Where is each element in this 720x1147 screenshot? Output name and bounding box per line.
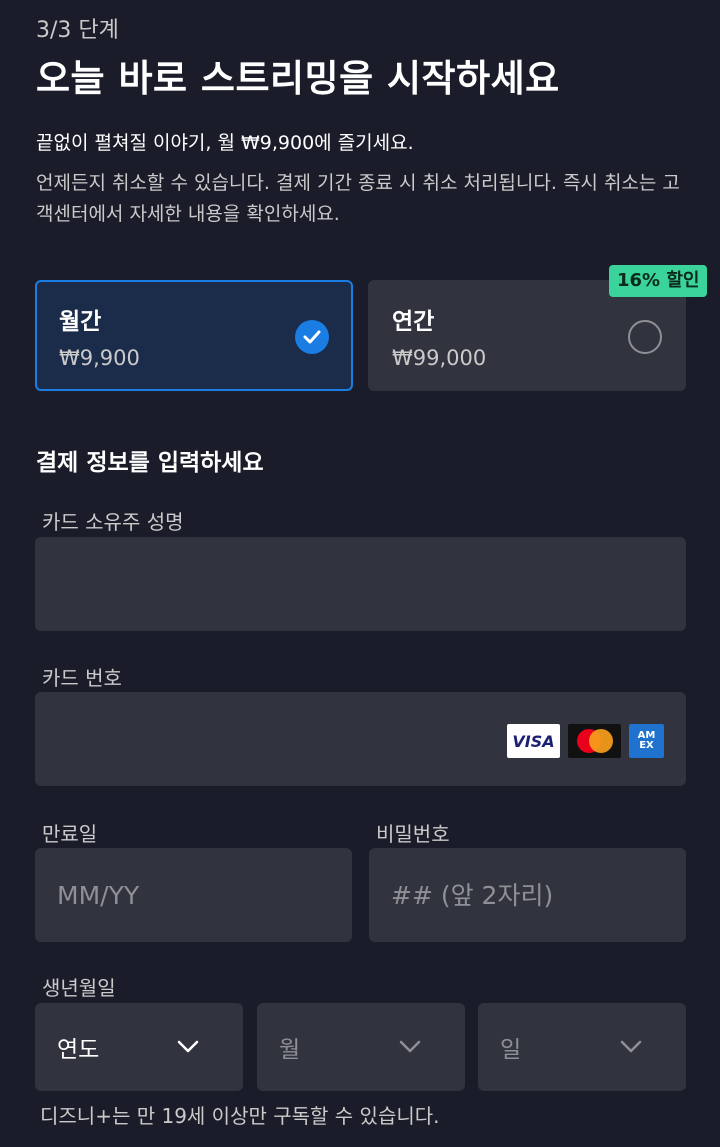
- card-brand-logos: VISA AM EX: [507, 724, 664, 758]
- step-indicator: 3/3 단계: [36, 18, 119, 43]
- plan-price: ₩9,900: [59, 346, 140, 370]
- cardholder-name-field[interactable]: [35, 537, 686, 631]
- card-password-field[interactable]: [369, 848, 686, 942]
- plan-name: 연간: [392, 309, 435, 335]
- chevron-down-icon: [620, 1040, 642, 1053]
- cancellation-description: 언제든지 취소할 수 있습니다. 결제 기간 종료 시 취소 처리됩니다. 즉시…: [36, 172, 680, 225]
- cardholder-name-label: 카드 소유주 성명: [42, 510, 184, 534]
- birthdate-label: 생년월일: [42, 976, 116, 1000]
- cardholder-name-input[interactable]: [57, 569, 664, 599]
- age-requirement-note: 디즈니+는 만 19세 이상만 구독할 수 있습니다.: [40, 1104, 440, 1128]
- card-password-input[interactable]: [391, 880, 664, 910]
- payment-section-title: 결제 정보를 입력하세요: [36, 450, 264, 476]
- birth-month-select[interactable]: 월: [257, 1003, 465, 1091]
- birth-year-value: 연도: [57, 1037, 100, 1063]
- plan-price: ₩99,000: [392, 346, 487, 370]
- discount-badge: 16% 할인: [609, 265, 708, 297]
- chevron-down-icon: [177, 1040, 199, 1053]
- plan-lead-text: 끝없이 펼쳐질 이야기, 월 ₩9,900에 즐기세요.: [36, 132, 414, 154]
- birth-day-select[interactable]: 일: [478, 1003, 686, 1091]
- visa-logo-icon: VISA: [507, 724, 560, 758]
- radio-empty-icon: [628, 320, 662, 354]
- expiry-input[interactable]: [57, 880, 330, 910]
- chevron-down-icon: [399, 1040, 421, 1053]
- check-circle-icon: [295, 320, 329, 354]
- plan-option-monthly[interactable]: 월간 ₩9,900: [35, 280, 353, 391]
- birth-day-value: 일: [500, 1037, 522, 1063]
- amex-logo-icon: AM EX: [629, 724, 664, 758]
- birth-year-select[interactable]: 연도: [35, 1003, 243, 1091]
- card-number-label: 카드 번호: [42, 666, 122, 690]
- plan-name: 월간: [59, 309, 102, 335]
- card-password-label: 비밀번호: [376, 822, 450, 846]
- expiry-label: 만료일: [42, 822, 98, 846]
- birth-month-value: 월: [279, 1037, 301, 1063]
- expiry-field[interactable]: [35, 848, 352, 942]
- card-number-field[interactable]: VISA AM EX: [35, 692, 686, 786]
- mastercard-logo-icon: [568, 724, 621, 758]
- page-title: 오늘 바로 스트리밍을 시작하세요: [36, 57, 560, 100]
